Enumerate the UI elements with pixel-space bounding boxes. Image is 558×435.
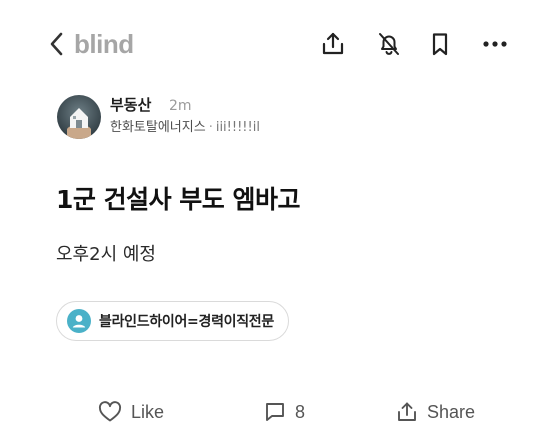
bookmark-button[interactable] [424,28,456,60]
comment-button[interactable]: 8 [264,398,305,426]
author-handle: iii!!!!!il [215,120,260,135]
share-icon [319,30,347,58]
channel-chip[interactable]: 블라인드하이어=경력이직전문 [56,301,289,341]
notification-toggle[interactable] [373,28,405,60]
author-info: 부동산 2m 한화토탈에너지스 · iii!!!!!il [57,95,527,143]
blind-logo: blind [74,29,134,59]
like-label: Like [131,401,165,422]
channel-label: 블라인드하이어=경력이직전문 [99,314,274,330]
author-name[interactable]: 부동산 [110,95,151,115]
more-button[interactable] [479,28,511,60]
share-label: Share [427,401,476,422]
back-button[interactable]: blind [46,27,146,61]
chevron-left-icon [46,29,68,59]
share-button[interactable] [317,28,349,60]
post-actions: Like 8 Share [0,392,558,432]
company-name: 한화토탈에너지스 [110,120,206,135]
avatar[interactable] [57,95,101,139]
separator-dot: · [208,120,213,135]
post-body: 오후2시 예정 [56,244,156,265]
comment-icon [264,401,286,423]
like-button[interactable]: Like [98,398,164,426]
person-icon [67,309,91,333]
top-bar: blind [0,0,558,88]
post-title: 1군 건설사 부도 엠바고 [56,185,301,214]
post-time: 2m [169,98,192,114]
heart-icon [98,401,122,423]
share-post-button[interactable]: Share [396,398,475,426]
bookmark-icon [426,30,454,58]
author-company-row: 한화토탈에너지스 · iii!!!!!il [110,119,260,137]
comment-count: 8 [295,401,306,422]
more-icon [480,30,510,58]
bell-off-icon [375,30,403,58]
share-icon [396,401,418,423]
